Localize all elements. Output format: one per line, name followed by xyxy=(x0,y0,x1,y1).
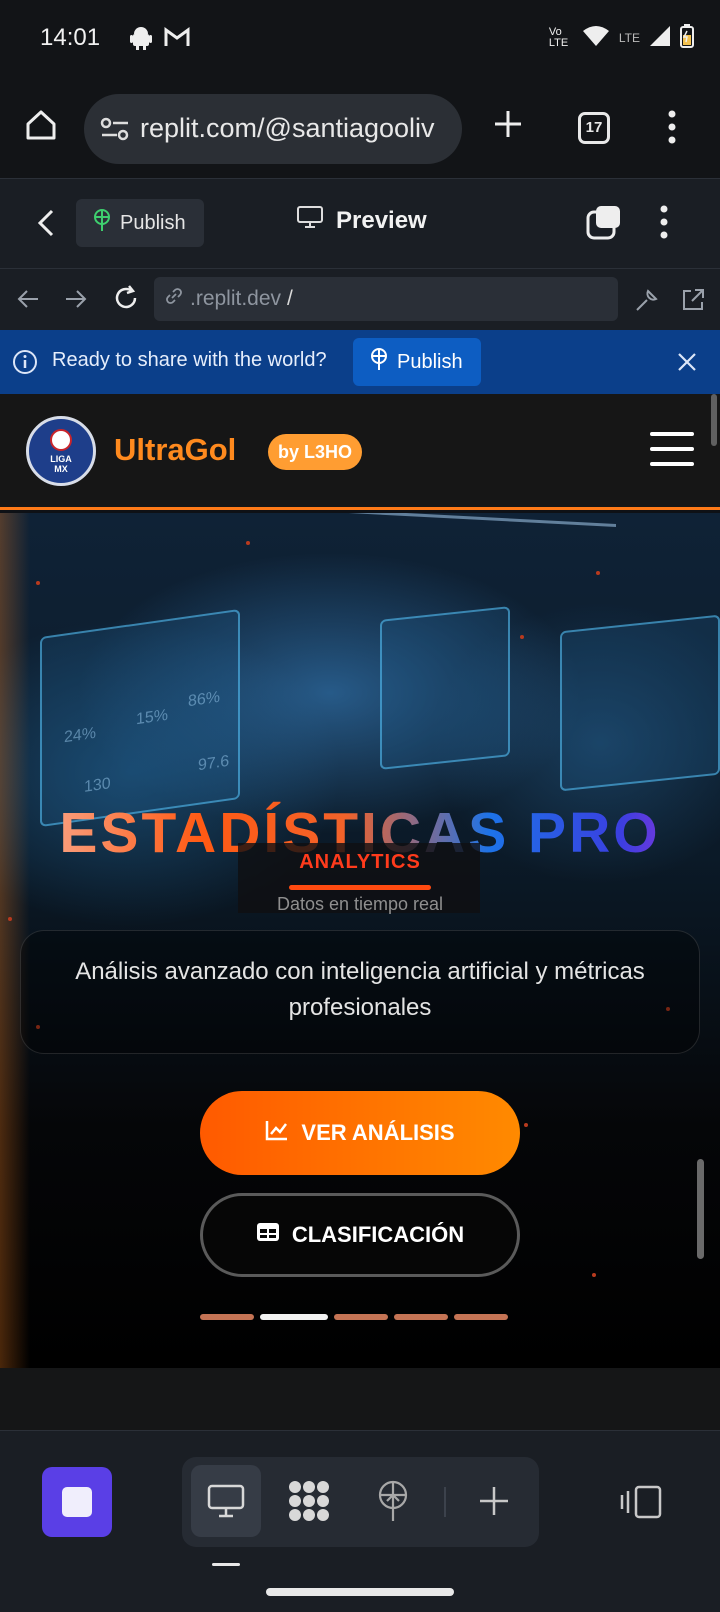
preview-label: Preview xyxy=(336,206,427,234)
reload-icon[interactable] xyxy=(112,284,140,317)
android-icon xyxy=(130,26,152,55)
bg-stat-text: 130 xyxy=(84,775,111,796)
bg-dashboard-screen xyxy=(560,614,720,792)
tabs-icon[interactable]: 17 xyxy=(578,112,610,144)
layout-panel-icon[interactable] xyxy=(620,1485,664,1524)
carousel-dot[interactable] xyxy=(260,1314,328,1320)
info-icon xyxy=(12,349,38,380)
publish-button[interactable]: Publish xyxy=(76,199,204,247)
hamburger-menu-icon[interactable] xyxy=(650,432,694,477)
more-icon[interactable] xyxy=(668,110,676,149)
gesture-home-bar[interactable] xyxy=(266,1588,454,1596)
battery-charging-icon xyxy=(680,24,694,51)
nav-forward-icon[interactable] xyxy=(64,287,88,316)
logo-text-mx: MX xyxy=(54,463,68,474)
preview-address-slash: / xyxy=(287,287,293,310)
active-tab-indicator xyxy=(212,1563,240,1566)
banner-text: Ready to share with the world? xyxy=(52,349,327,371)
network-type: LTE xyxy=(618,30,640,45)
publish-globe-icon[interactable] xyxy=(375,1479,411,1528)
hero-description: Análisis avanzado con inteligencia artif… xyxy=(75,958,645,1021)
carousel-dot[interactable] xyxy=(200,1314,254,1320)
status-bar: 14:01 Vo LTE LTE xyxy=(0,0,720,80)
address-bar[interactable]: replit.com/@santiagooliv xyxy=(84,94,462,164)
devtools-wrench-icon[interactable] xyxy=(634,287,660,318)
url-text: replit.com/@santiagooliv xyxy=(140,113,435,143)
banner-publish-button[interactable]: Publish xyxy=(353,338,481,386)
carousel-dot[interactable] xyxy=(334,1314,388,1320)
hero-tag: ANALYTICS xyxy=(299,851,421,873)
publish-icon xyxy=(369,347,389,377)
hero-tag-underline xyxy=(289,885,431,890)
preview-title: Preview xyxy=(296,205,427,236)
next-section xyxy=(0,1368,720,1430)
publish-icon xyxy=(92,208,112,238)
link-icon xyxy=(164,286,184,312)
browser-toolbar: replit.com/@santiagooliv 17 xyxy=(0,80,720,178)
new-tab-icon[interactable] xyxy=(492,108,524,145)
window-switch-icon[interactable] xyxy=(586,204,622,245)
apps-grid-icon[interactable] xyxy=(287,1479,331,1528)
monitor-icon xyxy=(206,1483,246,1524)
add-tool-icon[interactable] xyxy=(478,1485,510,1522)
hero-subtitle: Datos en tiempo real xyxy=(276,894,444,914)
open-external-icon[interactable] xyxy=(680,287,706,318)
carousel-dot[interactable] xyxy=(454,1314,508,1320)
page-scrollbar[interactable] xyxy=(711,394,717,446)
volte-icon: Vo LTE xyxy=(548,25,569,49)
preview-address-field[interactable]: .replit.dev / xyxy=(154,277,618,321)
table-icon xyxy=(256,1222,280,1248)
logo-text-liga: LIGA xyxy=(50,453,72,464)
site-settings-icon[interactable] xyxy=(100,116,130,147)
replit-header: Publish Preview xyxy=(0,178,720,268)
replit-bottom-toolbar xyxy=(0,1430,720,1612)
signal-icon xyxy=(650,26,670,49)
home-icon[interactable] xyxy=(24,108,58,147)
publish-label: Publish xyxy=(120,211,186,234)
preview-address-text: .replit.dev xyxy=(190,287,282,310)
carousel-dot[interactable] xyxy=(394,1314,448,1320)
author-badge: by L3HO xyxy=(268,434,363,470)
replit-more-icon[interactable] xyxy=(660,205,668,244)
view-analysis-label: VER ANÁLISIS xyxy=(301,1120,455,1145)
liga-mx-logo[interactable]: LIGA MX xyxy=(26,416,96,486)
view-analysis-button[interactable]: VER ANÁLISIS xyxy=(200,1091,520,1175)
carousel-indicators xyxy=(200,1314,508,1320)
hero-slide: ESTADÍSTICAS PRO ANALYTICS Datos en tiem… xyxy=(0,513,720,1368)
standings-label: CLASIFICACIÓN xyxy=(291,1222,465,1247)
publish-banner: Ready to share with the world? Publish xyxy=(0,330,720,394)
close-icon[interactable] xyxy=(676,351,698,378)
page-scrollbar-thumb[interactable] xyxy=(697,1159,704,1259)
status-time: 14:01 xyxy=(40,24,101,51)
nav-back-icon[interactable] xyxy=(16,287,40,316)
banner-publish-label: Publish xyxy=(397,350,463,373)
stop-button[interactable] xyxy=(42,1467,112,1537)
back-icon[interactable] xyxy=(36,207,56,244)
stop-icon xyxy=(62,1487,92,1517)
monitor-icon xyxy=(296,205,324,236)
preview-nav-bar: .replit.dev / xyxy=(0,268,720,330)
line-chart-icon xyxy=(265,1119,289,1147)
wifi-icon xyxy=(582,25,609,50)
toolbar-divider xyxy=(444,1487,446,1517)
gmail-icon xyxy=(164,26,190,55)
site-brand[interactable]: UltraGol xyxy=(114,432,236,468)
bg-dashboard-screen xyxy=(380,606,510,770)
site-navbar: LIGA MX UltraGol by L3HO xyxy=(0,394,720,510)
standings-button[interactable]: CLASIFICACIÓN xyxy=(200,1193,520,1277)
crest-icon xyxy=(50,428,72,451)
